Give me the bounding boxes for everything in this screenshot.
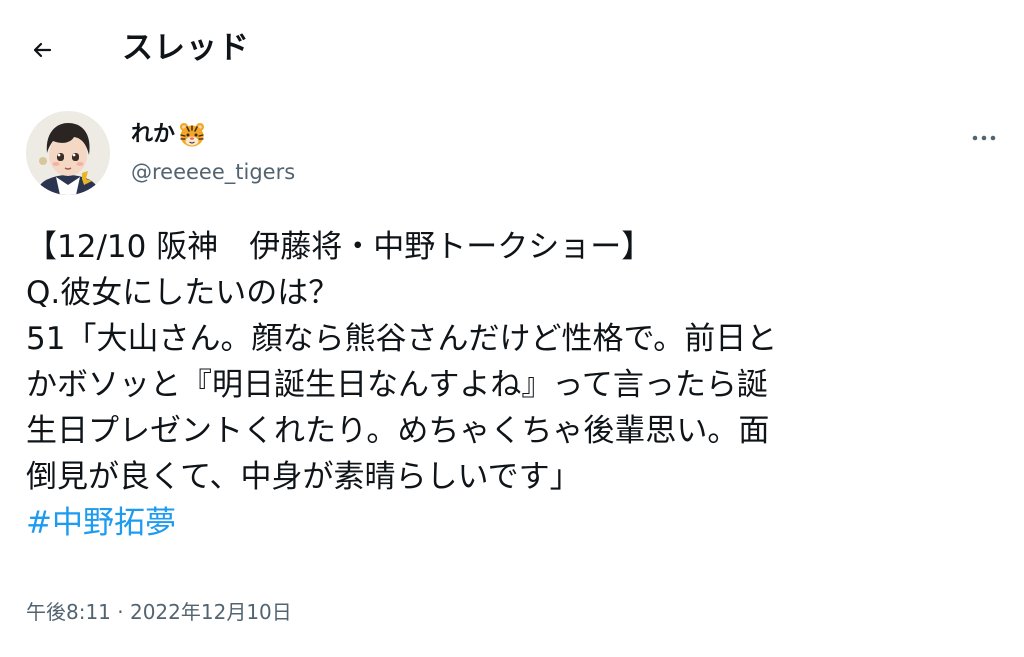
avatar-image (26, 111, 110, 195)
tweet-line: かボソッと『明日誕生日なんすよね』って言ったら誕 (26, 367, 768, 403)
tiger-face-icon (178, 121, 206, 149)
more-dots-icon (972, 135, 996, 141)
tweet-line: 51「大山さん。顔なら熊谷さんだけど性格で。前日と (26, 321, 778, 357)
author-name[interactable]: れか (131, 120, 206, 150)
tweet-line: 【12/10 阪神 伊藤将・中野トークショー】 (26, 229, 653, 265)
tweet-line: Q.彼女にしたいのは？ (26, 275, 340, 311)
arrow-left-icon (33, 42, 52, 58)
avatar[interactable] (26, 111, 110, 195)
back-button[interactable] (20, 28, 64, 72)
tweet-line: 倒見が良くて、中身が素晴らしいです」 (26, 459, 581, 495)
hashtag-link[interactable]: #中野拓夢 (26, 500, 996, 546)
thread-header: スレッド (0, 0, 1024, 96)
more-button[interactable] (962, 124, 1006, 152)
tweet-timestamp[interactable]: 午後8:11 · 2022年12月10日 (26, 597, 292, 627)
author-handle[interactable]: @reeeee_tigers (131, 157, 295, 187)
tweet-text: 【12/10 阪神 伊藤将・中野トークショー】 Q.彼女にしたいのは？ 51「大… (26, 224, 996, 546)
page-title: スレッド (122, 30, 250, 66)
tweet-line: 生日プレゼントくれたり。めちゃくちゃ後輩思い。面 (26, 413, 770, 449)
author-display-name: れか (131, 122, 176, 147)
